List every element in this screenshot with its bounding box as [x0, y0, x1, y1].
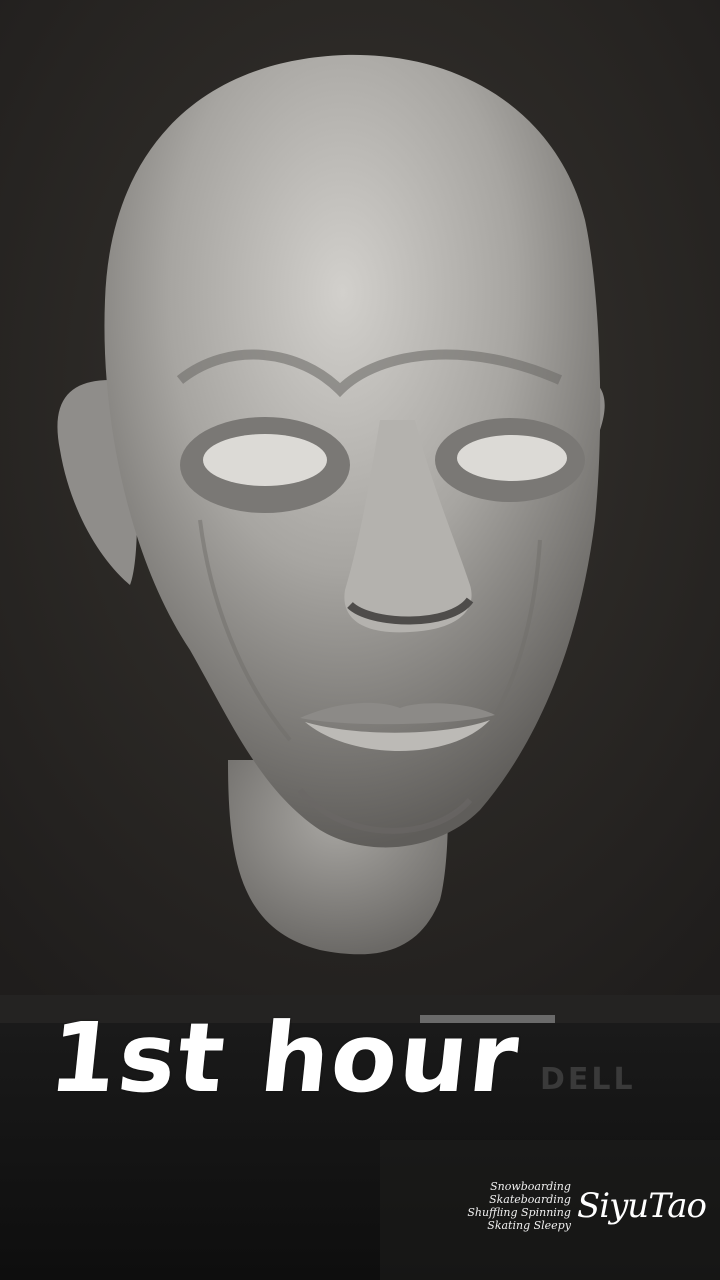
caption-text: 1st hour: [44, 1002, 526, 1114]
watermark: Snowboarding Skateboarding Shuffling Spi…: [467, 1180, 707, 1232]
activity-line: Snowboarding: [490, 1180, 571, 1193]
activity-line: Shuffling Spinning: [467, 1206, 571, 1219]
activity-line: Skating Sleepy: [487, 1219, 571, 1232]
signature-logo: SiyuTao: [576, 1186, 707, 1226]
left-eye: [203, 434, 327, 486]
watermark-activities: Snowboarding Skateboarding Shuffling Spi…: [467, 1180, 571, 1232]
dell-logo: DELL: [540, 1062, 636, 1097]
activity-line: Skateboarding: [489, 1193, 571, 1206]
right-eye: [457, 435, 567, 481]
